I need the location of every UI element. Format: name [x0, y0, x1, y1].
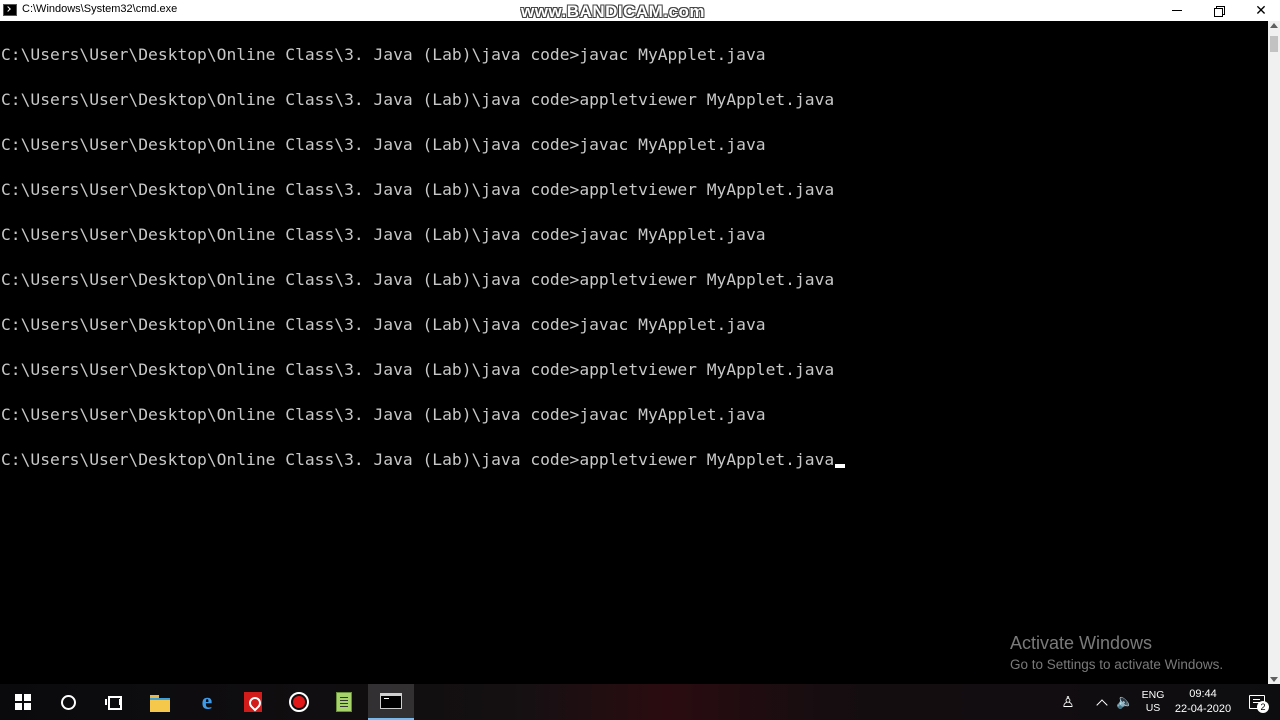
bandicam-watermark: www.BANDICAM.com — [521, 2, 705, 21]
console-line: C:\Users\User\Desktop\Online Class\3. Ja… — [1, 315, 766, 334]
clock-button[interactable]: 09:44 22-04-2020 — [1172, 684, 1234, 720]
activate-windows-title: Activate Windows — [1010, 633, 1153, 653]
minimize-icon — [1172, 10, 1182, 11]
console-output[interactable]: C:\Users\User\Desktop\Online Class\3. Ja… — [0, 21, 1268, 684]
chevron-up-icon — [1096, 698, 1108, 711]
windows-logo-icon — [15, 694, 31, 710]
console-line: C:\Users\User\Desktop\Online Class\3. Ja… — [1, 135, 766, 154]
internet-explorer-button[interactable]: e — [184, 684, 230, 720]
cortana-search-button[interactable] — [45, 684, 91, 720]
speaker-icon: 🔈 — [1116, 694, 1134, 710]
console-current-line: C:\Users\User\Desktop\Online Class\3. Ja… — [1, 450, 846, 470]
console-line: C:\Users\User\Desktop\Online Class\3. Ja… — [1, 180, 835, 199]
notepad-icon — [336, 692, 352, 712]
notepad-button[interactable] — [321, 684, 367, 720]
activate-windows-subtitle: Go to Settings to activate Windows. — [1010, 657, 1224, 672]
show-hidden-icons-button[interactable] — [1092, 684, 1112, 720]
notification-icon: 2 — [1249, 695, 1269, 713]
search-icon — [60, 694, 76, 710]
command-prompt-button[interactable] — [368, 684, 414, 720]
internet-explorer-icon: e — [201, 689, 213, 715]
task-view-button[interactable] — [90, 684, 136, 720]
close-button[interactable]: ✕ — [1238, 0, 1280, 21]
adobe-reader-button[interactable] — [230, 684, 276, 720]
minimize-button[interactable] — [1154, 0, 1200, 21]
action-center-button[interactable]: 2 — [1244, 684, 1270, 720]
console-line: C:\Users\User\Desktop\Online Class\3. Ja… — [1, 360, 835, 379]
restore-button[interactable] — [1196, 0, 1242, 21]
input-language-button[interactable]: ENG US — [1138, 684, 1168, 720]
people-icon: ♙ — [1061, 693, 1075, 711]
clock-time: 09:44 — [1189, 688, 1217, 700]
clock-date: 22-04-2020 — [1174, 703, 1232, 715]
console-line: C:\Users\User\Desktop\Online Class\3. Ja… — [1, 405, 766, 424]
people-button[interactable]: ♙ — [1057, 684, 1079, 720]
command-prompt-icon — [380, 693, 402, 709]
task-view-icon — [105, 695, 122, 710]
console-line: C:\Users\User\Desktop\Online Class\3. Ja… — [1, 90, 835, 109]
file-explorer-button[interactable] — [137, 684, 183, 720]
volume-button[interactable]: 🔈 — [1114, 684, 1136, 720]
language-code: ENG — [1141, 689, 1165, 701]
scroll-down-arrow-icon[interactable] — [1270, 677, 1278, 682]
bandicam-button[interactable] — [276, 684, 322, 720]
notification-count-badge: 2 — [1257, 701, 1269, 713]
scroll-thumb[interactable] — [1270, 36, 1278, 52]
bandicam-record-icon — [289, 692, 309, 712]
console-line: C:\Users\User\Desktop\Online Class\3. Ja… — [1, 270, 835, 289]
console-line: C:\Users\User\Desktop\Online Class\3. Ja… — [1, 45, 766, 64]
scroll-up-arrow-icon[interactable] — [1270, 23, 1278, 28]
adobe-reader-icon — [244, 692, 262, 712]
window-title-bar[interactable]: C:\Windows\System32\cmd.exe www.BANDICAM… — [0, 0, 1280, 21]
close-icon: ✕ — [1255, 2, 1267, 19]
vertical-scrollbar[interactable] — [1268, 21, 1280, 684]
language-region: US — [1145, 702, 1161, 714]
console-line: C:\Users\User\Desktop\Online Class\3. Ja… — [1, 225, 766, 244]
console-line: C:\Users\User\Desktop\Online Class\3. Ja… — [1, 450, 835, 469]
restore-icon — [1214, 5, 1225, 17]
text-cursor — [835, 464, 846, 468]
file-explorer-icon — [150, 694, 170, 712]
taskbar: e ♙ 🔈 ENG US 09:44 22-04-2020 2 — [0, 684, 1280, 720]
window-title: C:\Windows\System32\cmd.exe — [22, 3, 178, 15]
start-button[interactable] — [0, 684, 46, 720]
cmd-app-icon — [3, 4, 17, 16]
